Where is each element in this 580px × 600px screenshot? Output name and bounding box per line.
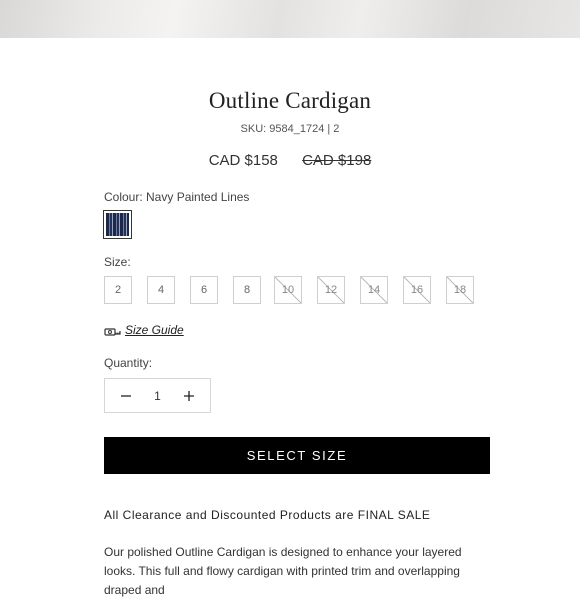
current-price: CAD $158 xyxy=(208,152,278,169)
select-size-button[interactable]: SELECT SIZE xyxy=(104,437,490,474)
size-option-10-unavailable[interactable]: 10 xyxy=(274,276,302,304)
price-row: CAD $158 CAD $198 xyxy=(0,152,580,169)
colour-label: Colour: Navy Painted Lines xyxy=(104,190,250,204)
final-sale-notice: All Clearance and Discounted Products ar… xyxy=(104,508,431,522)
product-image xyxy=(0,0,580,38)
quantity-value[interactable]: 1 xyxy=(154,389,161,403)
product-sku: SKU: 9584_1724 | 2 xyxy=(240,123,340,135)
plus-icon[interactable] xyxy=(182,389,196,403)
size-option-6[interactable]: 6 xyxy=(190,276,218,304)
minus-icon[interactable] xyxy=(119,389,133,403)
size-guide-link[interactable]: Size Guide xyxy=(125,323,184,337)
size-label: Size: xyxy=(104,255,131,269)
original-price: CAD $198 xyxy=(302,152,372,169)
tape-measure-icon xyxy=(104,325,121,336)
size-options: 2 4 6 8 10 12 14 16 18 xyxy=(104,276,484,306)
size-option-8[interactable]: 8 xyxy=(233,276,261,304)
size-option-2[interactable]: 2 xyxy=(104,276,132,304)
size-option-14-unavailable[interactable]: 14 xyxy=(360,276,388,304)
product-details: Outline Cardigan SKU: 9584_1724 | 2 CAD … xyxy=(0,38,580,597)
quantity-label: Quantity: xyxy=(104,356,153,370)
navy-stripe-swatch-icon xyxy=(106,213,129,236)
size-option-18-unavailable[interactable]: 18 xyxy=(446,276,474,304)
size-option-4[interactable]: 4 xyxy=(147,276,175,304)
size-guide[interactable]: Size Guide xyxy=(104,323,184,337)
size-option-12-unavailable[interactable]: 12 xyxy=(317,276,345,304)
quantity-stepper: 1 xyxy=(104,378,211,413)
product-title: Outline Cardigan xyxy=(208,88,372,113)
colour-swatch-navy-painted-lines[interactable] xyxy=(103,210,132,239)
product-description: Our polished Outline Cardigan is designe… xyxy=(104,545,462,597)
size-option-16-unavailable[interactable]: 16 xyxy=(403,276,431,304)
